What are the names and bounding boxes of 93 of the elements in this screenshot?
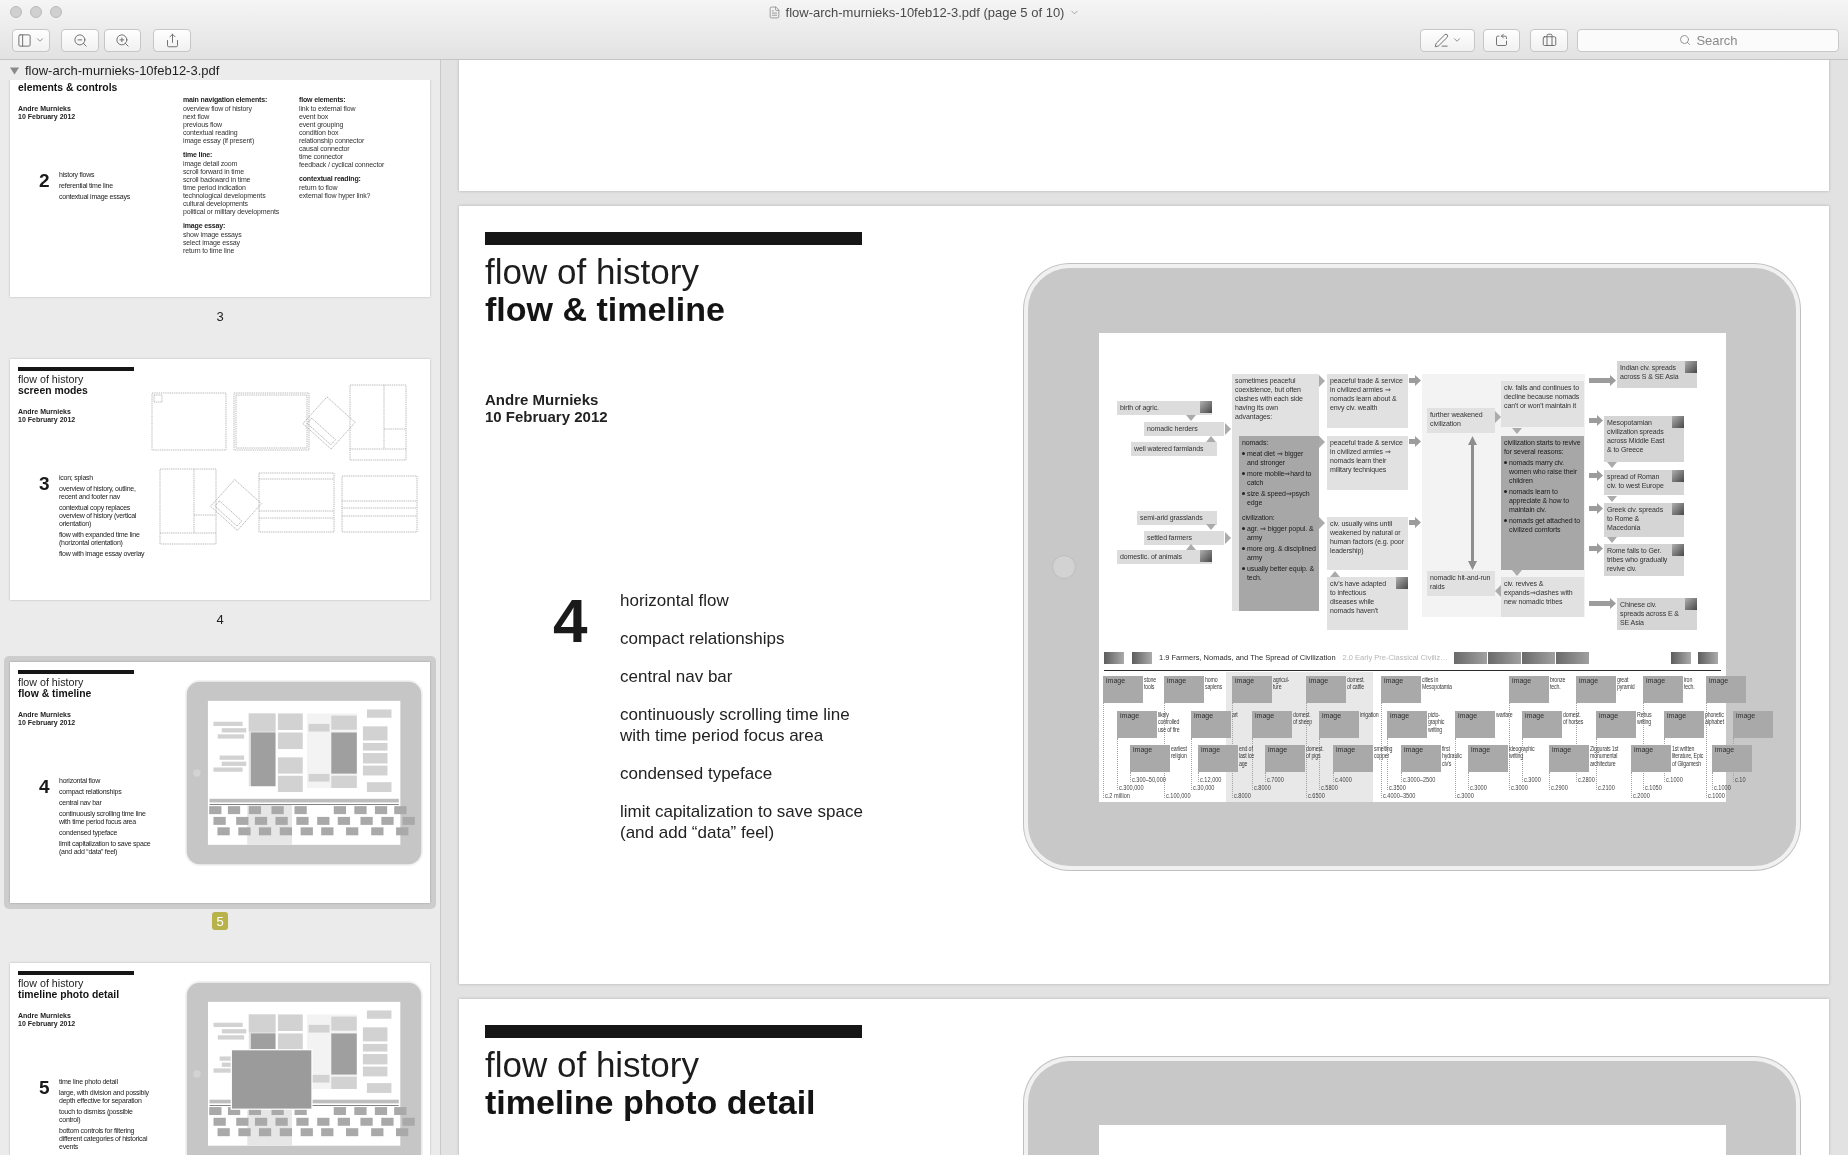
- triangle-arrow-icon: [1225, 422, 1231, 435]
- bullet-icon: [1242, 491, 1245, 495]
- page-number: 5: [212, 912, 228, 930]
- share-icon: [164, 32, 180, 48]
- bullet-icon: [1504, 518, 1507, 522]
- zoom-in-button[interactable]: [104, 28, 141, 52]
- slide-title: flow of history: [485, 252, 699, 292]
- slide-subtitle: elements & controls: [18, 81, 118, 94]
- share-button[interactable]: [153, 28, 191, 52]
- search-icon: [1679, 33, 1691, 46]
- section-number: 4: [553, 589, 589, 652]
- arrow-icon: [1589, 543, 1603, 554]
- slide-subtitle: timeline photo detail: [18, 989, 120, 1001]
- triangle-arrow-icon: [1495, 410, 1501, 423]
- bullet-icon: [1504, 489, 1507, 493]
- briefcase-icon: [1541, 32, 1557, 48]
- arrow-icon: [1409, 436, 1421, 447]
- triangle-arrow-icon: [1186, 543, 1196, 550]
- slide-subtitle: timeline photo detail: [485, 1084, 816, 1122]
- triangle-arrow-icon: [1607, 536, 1617, 543]
- triangle-arrow-icon: [1330, 570, 1340, 577]
- section-number: 2: [39, 171, 51, 191]
- bullet-icon: [1242, 451, 1245, 455]
- bullet-icon: [1242, 566, 1245, 570]
- zoom-out-button[interactable]: [61, 28, 99, 52]
- triangle-arrow-icon: [1607, 495, 1617, 502]
- period-segment[interactable]: [1555, 651, 1589, 664]
- rotate-icon: [1494, 32, 1509, 48]
- search-field[interactable]: Search: [1577, 28, 1839, 52]
- triangle-arrow-icon: [1186, 414, 1196, 421]
- section-number: 3: [39, 474, 51, 494]
- nav-button[interactable]: [1104, 651, 1124, 664]
- period-segment[interactable]: [1521, 651, 1555, 664]
- slide-subtitle: flow & timeline: [18, 688, 92, 700]
- slide-title: flow of history: [18, 977, 84, 989]
- page-number: 3: [215, 307, 225, 326]
- feature-point: condensed typeface: [620, 762, 773, 784]
- slide-title: flow of history: [18, 676, 84, 688]
- close-button[interactable]: [10, 6, 22, 18]
- slide-subtitle: flow & timeline: [485, 291, 725, 329]
- chevron-down-icon: [1451, 35, 1462, 45]
- feature-point: horizontal flow: [620, 589, 729, 611]
- window-title: flow-arch-murnieks-10feb12-3.pdf (page 5 of 10): [785, 4, 1065, 20]
- sidebar-toggle-button[interactable]: [12, 28, 50, 52]
- period-segment[interactable]: [1487, 651, 1521, 664]
- disclosure-icon[interactable]: [10, 65, 19, 75]
- triangle-arrow-icon: [1495, 584, 1501, 597]
- markup-button[interactable]: [1420, 28, 1475, 52]
- section-number: 5: [39, 1078, 51, 1098]
- double-arrow-icon: [1468, 435, 1477, 570]
- nav-button[interactable]: [1698, 651, 1718, 664]
- triangle-arrow-icon: [1206, 523, 1216, 530]
- nav-button[interactable]: [1671, 651, 1691, 664]
- triangle-arrow-icon: [1512, 427, 1522, 434]
- bullet-icon: [1504, 460, 1507, 464]
- fullscreen-button[interactable]: [50, 6, 62, 18]
- triangle-arrow-icon: [1319, 374, 1325, 387]
- triangle-arrow-icon: [1607, 461, 1617, 468]
- arrow-icon: [1409, 517, 1421, 528]
- bullet-icon: [1242, 526, 1245, 530]
- period-segment[interactable]: [1453, 651, 1487, 664]
- pen-icon: [1433, 32, 1449, 48]
- page-number: 4: [215, 610, 225, 629]
- feature-point: continuously scrolling time line with time period focus area: [620, 703, 850, 746]
- feature-point: compact relationships: [620, 627, 785, 649]
- chevron-down-icon: [35, 35, 45, 45]
- arrow-icon: [1409, 375, 1421, 386]
- rotate-button[interactable]: [1483, 28, 1520, 52]
- slide-date: 10 February 2012: [485, 407, 608, 425]
- arrow-icon: [1589, 375, 1616, 386]
- arrow-icon: [1589, 503, 1603, 514]
- author-name: Andre Murnieks: [485, 390, 599, 408]
- triangle-arrow-icon: [1206, 435, 1216, 442]
- section-number: 4: [39, 777, 51, 797]
- toolbox-button[interactable]: [1530, 28, 1568, 52]
- slide-title: flow of history: [18, 373, 84, 385]
- nav-button[interactable]: [1132, 651, 1152, 664]
- slide-subtitle: screen modes: [18, 385, 88, 397]
- triangle-arrow-icon: [1225, 531, 1231, 544]
- arrow-icon: [1589, 470, 1603, 481]
- minimize-button[interactable]: [30, 6, 42, 18]
- document-icon: [767, 5, 781, 19]
- bullet-icon: [1242, 546, 1245, 550]
- arrow-icon: [1589, 415, 1603, 426]
- feature-point: central nav bar: [620, 665, 733, 687]
- file-name: flow-arch-murnieks-10feb12-3.pdf: [25, 62, 220, 78]
- zoom-out-icon: [72, 32, 88, 48]
- arrow-icon: [1589, 598, 1616, 609]
- feature-point: limit capitalization to save space (and add “data” feel): [620, 800, 863, 843]
- slide-title: flow of history: [485, 1045, 699, 1085]
- zoom-in-icon: [115, 32, 130, 48]
- sidebar-icon: [17, 32, 32, 48]
- bullet-icon: [1242, 471, 1245, 475]
